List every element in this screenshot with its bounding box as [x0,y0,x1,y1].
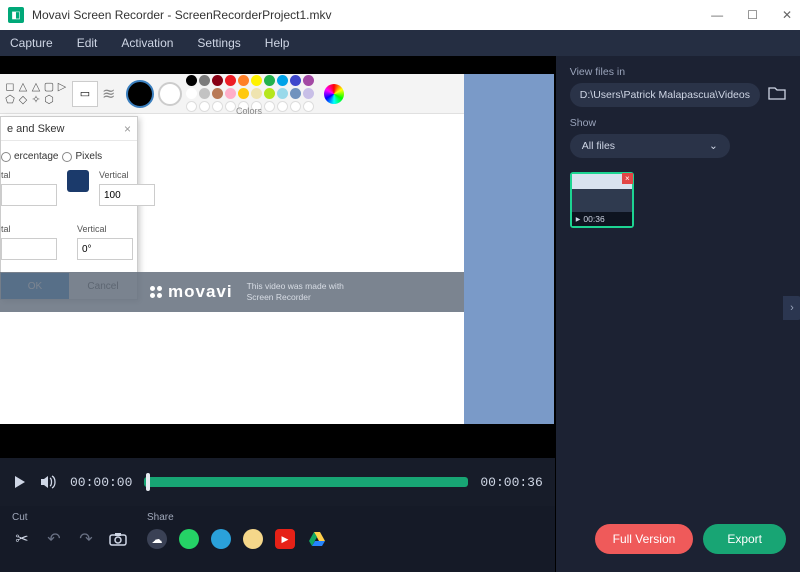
menu-edit[interactable]: Edit [77,36,98,50]
whatsapp-icon[interactable] [179,529,199,549]
scissors-icon[interactable]: ✂ [12,529,32,549]
files-panel: › View files in D:\Users\Patrick Malapas… [555,56,800,572]
seek-track[interactable] [144,477,468,487]
chevron-down-icon: ⌄ [709,140,718,152]
undo-icon[interactable]: ↶ [44,529,64,549]
show-label: Show [570,117,786,129]
colors-label: Colors [236,106,262,116]
redo-icon[interactable]: ↷ [76,529,96,549]
seek-thumb[interactable] [146,473,150,491]
dialog-title: e and Skew [7,123,64,135]
outline-button[interactable]: ▭ [72,81,98,107]
dialog-close-button[interactable]: × [124,122,131,136]
view-files-label: View files in [570,66,786,78]
shapes-group[interactable]: ◻△△▢▷ ⬠◇✧⬡ [4,81,68,106]
menubar: Capture Edit Activation Settings Help [0,30,800,56]
maximize-button[interactable]: ☐ [747,8,758,22]
menu-settings[interactable]: Settings [197,36,240,50]
menu-capture[interactable]: Capture [10,36,53,50]
color1-swatch[interactable] [126,80,154,108]
mail-icon[interactable] [243,529,263,549]
cloud-share-icon[interactable]: ☁ [147,529,167,549]
cut-label: Cut [12,512,147,523]
play-button[interactable] [12,474,28,490]
menu-activation[interactable]: Activation [121,36,173,50]
export-button[interactable]: Export [703,524,786,554]
radio-pixels[interactable] [62,152,72,162]
collapse-panel-button[interactable]: › [783,296,800,320]
delete-thumbnail-button[interactable]: × [622,173,633,184]
app-icon: ◧ [8,7,24,23]
bottom-toolbar: Cut ✂ ↶ ↷ Share ☁ ▶ [0,506,555,572]
total-time: 00:00:36 [480,475,542,490]
radio-percentage[interactable] [1,152,11,162]
lock-aspect-icon[interactable] [67,170,89,192]
path-display[interactable]: D:\Users\Patrick Malapascua\Videos [570,83,760,107]
current-time: 00:00:00 [70,475,132,490]
paint-toolbar: ◻△△▢▷ ⬠◇✧⬡ ▭ ≋ Colors [0,74,464,114]
full-version-button[interactable]: Full Version [595,524,694,554]
browse-folder-icon[interactable] [768,86,786,105]
desktop-background [464,74,554,424]
camera-icon[interactable] [108,529,128,549]
share-label: Share [147,512,543,523]
volume-button[interactable] [40,474,58,490]
brush-icon[interactable]: ≋ [102,84,122,104]
app-title: Movavi Screen Recorder - ScreenRecorderP… [32,8,331,22]
minimize-button[interactable]: — [711,8,723,22]
menu-help[interactable]: Help [265,36,290,50]
titlebar: ◧ Movavi Screen Recorder - ScreenRecorde… [0,0,800,30]
recording-thumbnail[interactable]: × 00:36 [570,172,634,228]
filter-select[interactable]: All files ⌄ [570,134,730,158]
video-preview: ◻△△▢▷ ⬠◇✧⬡ ▭ ≋ Colors [0,56,555,458]
youtube-icon[interactable]: ▶ [275,529,295,549]
edit-colors-icon[interactable] [324,84,344,104]
color2-swatch[interactable] [158,82,182,106]
playback-controls: 00:00:00 00:00:36 [0,458,555,506]
telegram-icon[interactable] [211,529,231,549]
google-drive-icon[interactable] [307,529,327,549]
vertical-input[interactable] [99,184,155,206]
skew-h-input[interactable] [1,238,57,260]
watermark-banner: movavi This video was made withScreen Re… [0,272,464,312]
skew-v-input[interactable] [77,238,133,260]
close-button[interactable]: ✕ [782,8,792,22]
horizontal-input[interactable] [1,184,57,206]
thumbnail-duration: 00:36 [572,212,632,226]
